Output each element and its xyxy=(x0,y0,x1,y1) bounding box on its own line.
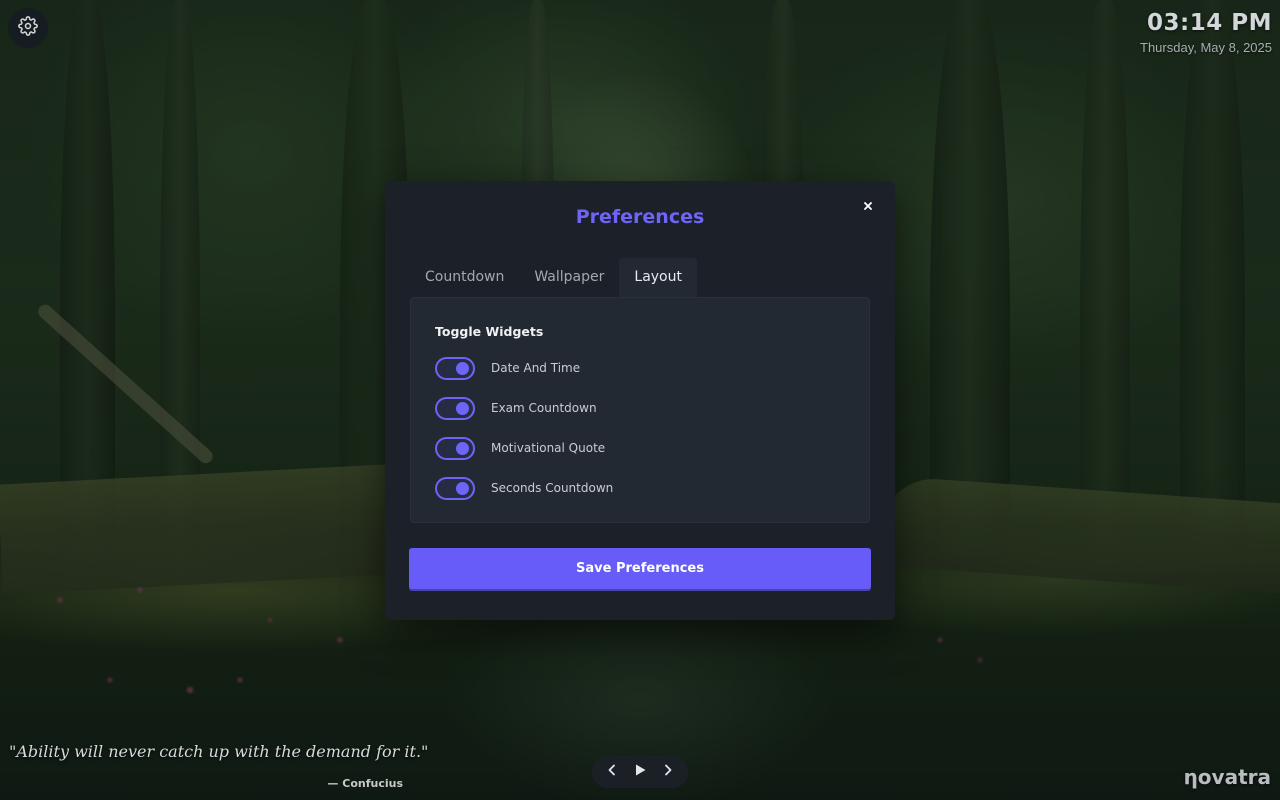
quote-text: "Ability will never catch up with the de… xyxy=(9,742,429,761)
preferences-modal: Preferences Countdown Wallpaper Layout T… xyxy=(385,181,895,620)
toggle-knob xyxy=(456,481,469,495)
save-preferences-button[interactable]: Save Preferences xyxy=(409,548,871,589)
play-icon xyxy=(635,763,646,781)
close-button[interactable] xyxy=(859,197,877,215)
wallpaper-controls xyxy=(592,756,688,788)
toggle-motivational-quote[interactable] xyxy=(435,436,475,460)
tab-layout[interactable]: Layout xyxy=(619,258,697,297)
previous-wallpaper-button[interactable] xyxy=(601,761,623,783)
preferences-tabs: Countdown Wallpaper Layout xyxy=(410,258,697,297)
quote-author: — Confucius xyxy=(327,777,403,790)
play-button[interactable] xyxy=(629,761,651,783)
gear-icon xyxy=(18,15,38,41)
toggle-exam-countdown[interactable] xyxy=(435,396,475,420)
modal-title: Preferences xyxy=(575,206,705,228)
toggle-row-motivational-quote: Motivational Quote xyxy=(435,436,605,460)
toggle-knob xyxy=(456,361,469,375)
toggle-date-time[interactable] xyxy=(435,356,475,380)
toggle-seconds-countdown[interactable] xyxy=(435,476,475,500)
toggle-label: Exam Countdown xyxy=(491,401,597,415)
toggle-knob xyxy=(456,401,469,415)
toggle-row-seconds-countdown: Seconds Countdown xyxy=(435,476,613,500)
tab-wallpaper[interactable]: Wallpaper xyxy=(519,258,619,297)
toggle-row-exam-countdown: Exam Countdown xyxy=(435,396,597,420)
close-icon xyxy=(864,197,872,215)
tab-countdown[interactable]: Countdown xyxy=(410,258,519,297)
settings-button[interactable] xyxy=(8,8,48,48)
clock-time: 03:14 PM xyxy=(1147,10,1272,36)
chevron-right-icon xyxy=(663,763,673,781)
chevron-left-icon xyxy=(607,763,617,781)
toggle-knob xyxy=(456,441,469,455)
motivational-quote-widget: "Ability will never catch up with the de… xyxy=(9,742,429,790)
toggle-label: Motivational Quote xyxy=(491,441,606,455)
panel-heading: Toggle Widgets xyxy=(435,324,544,339)
next-wallpaper-button[interactable] xyxy=(657,761,679,783)
clock-date: Thursday, May 8, 2025 xyxy=(1140,40,1272,55)
brand-logo: ηovatra xyxy=(1183,765,1271,789)
toggle-label: Seconds Countdown xyxy=(491,481,614,495)
date-time-widget: 03:14 PM Thursday, May 8, 2025 xyxy=(1140,10,1272,55)
toggle-row-date-time: Date And Time xyxy=(435,356,580,380)
layout-panel: Toggle Widgets Date And Time Exam Countd… xyxy=(410,297,870,523)
toggle-label: Date And Time xyxy=(491,361,581,375)
